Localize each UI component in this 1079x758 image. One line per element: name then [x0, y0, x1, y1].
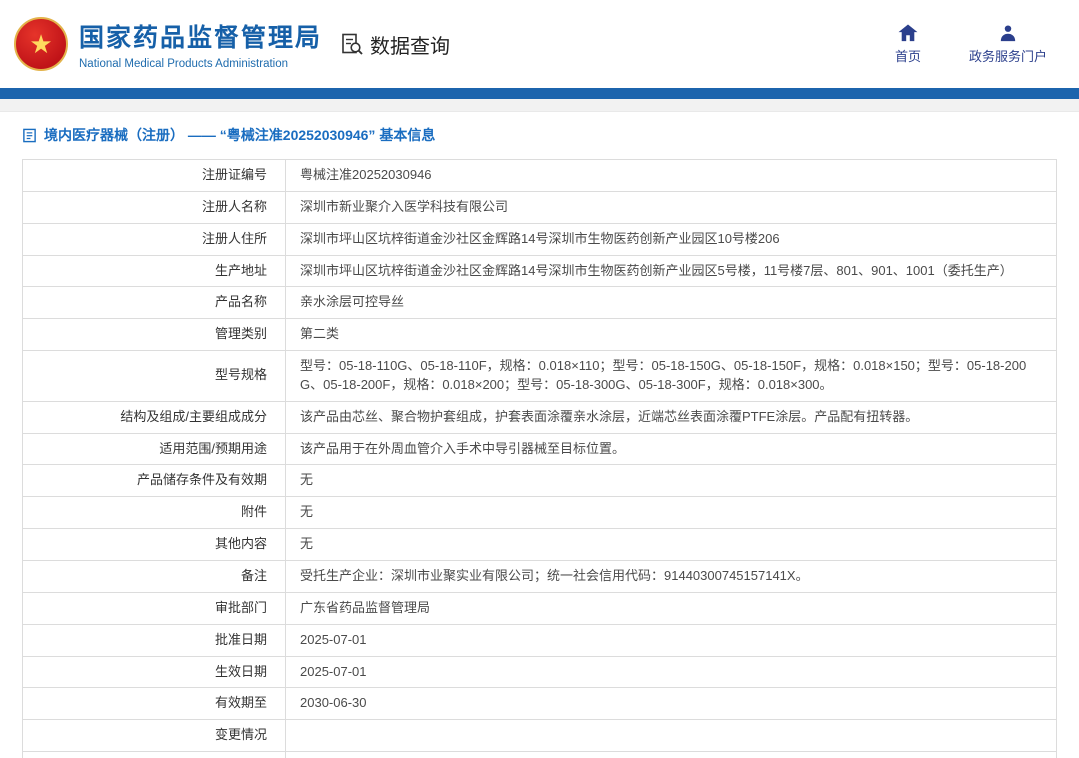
national-emblem-icon: ★ — [14, 17, 68, 71]
table-row: 批准日期 2025-07-01 — [22, 623, 1057, 657]
table-row: 注册人住所 深圳市坪山区坑梓街道金沙社区金辉路14号深圳市生物医药创新产业园区1… — [22, 222, 1057, 256]
row-label: 适用范围/预期用途 — [22, 432, 286, 466]
row-value: 广东省药品监督管理局 — [285, 591, 1057, 625]
header-divider-bar — [0, 88, 1079, 99]
row-value: 无 — [285, 496, 1057, 530]
row-label: 有效期至 — [22, 687, 286, 721]
row-label: 结构及组成/主要组成成分 — [22, 400, 286, 434]
table-row: 注册证编号 粤械注准20252030946 — [22, 159, 1057, 192]
row-label: 注册人住所 — [22, 222, 286, 256]
table-row: 产品储存条件及有效期 无 — [22, 464, 1057, 498]
user-icon — [999, 24, 1017, 42]
row-label: 管理类别 — [22, 318, 286, 352]
detail-link[interactable]: 详情 — [285, 751, 1057, 758]
row-label: 生效日期 — [22, 655, 286, 689]
registration-info-panel: 注册证编号 粤械注准20252030946 注册人名称 深圳市新业聚介入医学科技… — [0, 157, 1079, 758]
table-row: 注册人名称 深圳市新业聚介入医学科技有限公司 — [22, 190, 1057, 224]
home-icon — [898, 23, 918, 42]
row-value: 该产品由芯丝、聚合物护套组成，护套表面涂覆亲水涂层，近端芯丝表面涂覆PTFE涂层… — [285, 400, 1057, 434]
row-label: 注册证编号 — [22, 159, 286, 192]
row-label: 审批部门 — [22, 591, 286, 625]
row-value: 2025-07-01 — [285, 623, 1057, 657]
nav-home-label: 首页 — [894, 48, 921, 64]
table-row: 生效日期 2025-07-01 — [22, 655, 1057, 689]
row-label: ●注 — [22, 751, 286, 758]
row-value: 亲水涂层可控导丝 — [285, 286, 1057, 320]
row-label: 注册人名称 — [22, 190, 286, 224]
row-value: 2025-07-01 — [285, 655, 1057, 689]
table-row: 结构及组成/主要组成成分 该产品由芯丝、聚合物护套组成，护套表面涂覆亲水涂层，近… — [22, 400, 1057, 434]
row-value: 无 — [285, 464, 1057, 498]
nav-data-query[interactable]: 数据查询 — [340, 30, 450, 59]
row-value: 深圳市坪山区坑梓街道金沙社区金辉路14号深圳市生物医药创新产业园区10号楼206 — [285, 222, 1057, 256]
breadcrumb-text: 境内医疗器械（注册） —— “粤械注准20252030946” 基本信息 — [44, 127, 436, 143]
data-query-label: 数据查询 — [370, 35, 451, 58]
row-value: 2030-06-30 — [285, 687, 1057, 721]
document-icon — [22, 128, 37, 143]
table-row: ●注 详情 — [22, 751, 1057, 758]
table-row: 产品名称 亲水涂层可控导丝 — [22, 286, 1057, 320]
row-label: 变更情况 — [22, 719, 286, 753]
row-value — [285, 719, 1057, 753]
row-value: 第二类 — [285, 318, 1057, 352]
row-value: 粤械注准20252030946 — [285, 159, 1057, 192]
info-table-body: 注册证编号 粤械注准20252030946 注册人名称 深圳市新业聚介入医学科技… — [22, 159, 1057, 758]
header-logo[interactable]: ★ 国家药品监督管理局 National Medical Products Ad… — [14, 17, 322, 71]
row-value: 型号：05-18-110G、05-18-110F，规格：0.018×110；型号… — [285, 350, 1057, 402]
table-row: 有效期至 2030-06-30 — [22, 687, 1057, 721]
row-value: 无 — [285, 528, 1057, 561]
org-title-block: 国家药品监督管理局 National Medical Products Admi… — [79, 18, 322, 70]
row-label: 附件 — [22, 496, 286, 530]
table-row: 管理类别 第二类 — [22, 318, 1057, 352]
row-label: 其他内容 — [22, 528, 286, 561]
table-row: 附件 无 — [22, 496, 1057, 530]
table-row: 适用范围/预期用途 该产品用于在外周血管介入手术中导引器械至目标位置。 — [22, 432, 1057, 466]
row-label: 批准日期 — [22, 623, 286, 657]
header-nav: 首页 政务服务门户 — [894, 23, 1051, 65]
table-row: 其他内容 无 — [22, 528, 1057, 561]
sub-header-band — [0, 99, 1079, 112]
data-query-icon — [340, 32, 364, 56]
row-label: 备注 — [22, 559, 286, 593]
row-value: 深圳市新业聚介入医学科技有限公司 — [285, 190, 1057, 224]
row-value: 深圳市坪山区坑梓街道金沙社区金辉路14号深圳市生物医药创新产业园区5号楼，11号… — [285, 254, 1057, 288]
registration-info-table: 注册证编号 粤械注准20252030946 注册人名称 深圳市新业聚介入医学科技… — [22, 159, 1057, 758]
table-row: 备注 受托生产企业：深圳市业聚实业有限公司；统一社会信用代码：914403007… — [22, 559, 1057, 593]
row-label: 生产地址 — [22, 254, 286, 288]
row-value: 受托生产企业：深圳市业聚实业有限公司；统一社会信用代码：914403007451… — [285, 559, 1057, 593]
row-label: 产品储存条件及有效期 — [22, 464, 286, 498]
nav-portal[interactable]: 政务服务门户 — [969, 24, 1047, 65]
breadcrumb: 境内医疗器械（注册） —— “粤械注准20252030946” 基本信息 — [0, 112, 1079, 157]
table-row: 审批部门 广东省药品监督管理局 — [22, 591, 1057, 625]
row-label: 产品名称 — [22, 286, 286, 320]
org-name-en: National Medical Products Administration — [79, 58, 289, 70]
site-header: ★ 国家药品监督管理局 National Medical Products Ad… — [0, 0, 1079, 88]
row-value: 该产品用于在外周血管介入手术中导引器械至目标位置。 — [285, 432, 1057, 466]
row-label: 型号规格 — [22, 350, 286, 402]
table-row: 生产地址 深圳市坪山区坑梓街道金沙社区金辉路14号深圳市生物医药创新产业园区5号… — [22, 254, 1057, 288]
table-row: 变更情况 — [22, 719, 1057, 753]
table-row: 型号规格 型号：05-18-110G、05-18-110F，规格：0.018×1… — [22, 350, 1057, 402]
nav-home[interactable]: 首页 — [894, 23, 921, 65]
org-name-cn: 国家药品监督管理局 — [79, 24, 323, 52]
nav-portal-label: 政务服务门户 — [968, 48, 1047, 64]
